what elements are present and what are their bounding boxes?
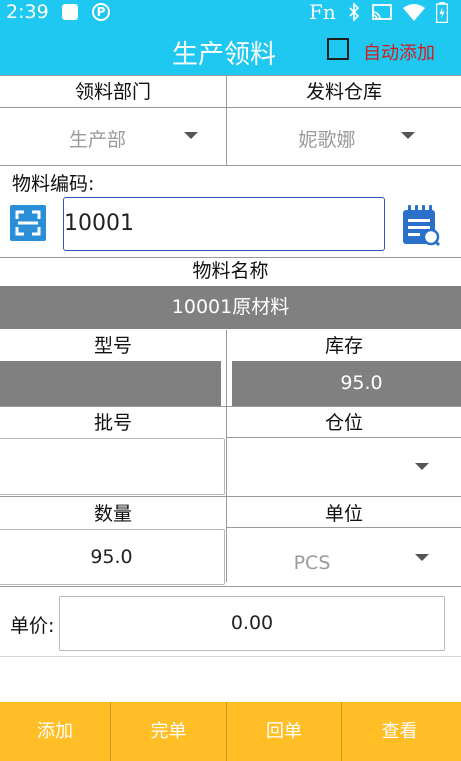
scan-button[interactable] [10, 205, 46, 241]
page-title: 生产领料 [172, 40, 277, 70]
status-bar: 2:39 P Fn [0, 0, 461, 25]
material-name-header: 物料名称 [192, 260, 269, 282]
quantity-header: 数量 [93, 503, 132, 525]
fn-indicator: Fn [309, 0, 336, 24]
material-code-input[interactable]: 10001 [63, 197, 385, 251]
cast-icon [372, 4, 392, 20]
auto-add-checkbox[interactable] [327, 38, 349, 60]
model-value [0, 361, 221, 406]
app-header: 生产领料 自动添加 [0, 25, 461, 75]
wifi-icon [403, 4, 425, 21]
dept-select[interactable]: 生产部 [0, 118, 195, 162]
warehouse-header: 发料仓库 [305, 81, 382, 103]
view-button[interactable]: 查看 [342, 702, 457, 761]
chevron-down-icon [415, 463, 429, 470]
quantity-input[interactable]: 95.0 [0, 529, 225, 585]
notification-square-icon [62, 4, 78, 20]
divider [0, 107, 461, 108]
material-name-value: 10001原材料 [0, 286, 461, 329]
chevron-down-icon [401, 132, 415, 139]
divider [226, 437, 461, 438]
auto-add-label[interactable]: 自动添加 [363, 39, 435, 65]
price-label: 单价: [10, 615, 55, 637]
batch-header: 批号 [93, 412, 132, 434]
divider [0, 496, 461, 497]
divider [226, 527, 461, 528]
document-search-icon [403, 205, 441, 247]
location-select[interactable] [227, 445, 427, 489]
divider [0, 75, 461, 76]
stock-header: 库存 [324, 335, 363, 357]
material-search-button[interactable] [401, 204, 441, 247]
price-input[interactable]: 0.00 [59, 596, 445, 651]
stock-value: 95.0 [232, 361, 461, 406]
material-code-label: 物料编码: [12, 173, 95, 195]
status-time: 2:39 [6, 1, 49, 23]
complete-button[interactable]: 完单 [111, 702, 226, 761]
divider [0, 406, 461, 407]
divider [0, 165, 461, 166]
warehouse-select[interactable]: 妮歌娜 [227, 118, 427, 162]
bottom-action-bar: 添加 完单 回单 查看 [0, 702, 461, 761]
chevron-down-icon [184, 132, 198, 139]
divider [0, 656, 461, 657]
add-button[interactable]: 添加 [0, 702, 110, 761]
divider [0, 586, 461, 587]
dept-header: 领料部门 [74, 81, 151, 103]
battery-icon [436, 2, 448, 23]
unit-header: 单位 [324, 503, 363, 525]
unit-select[interactable]: PCS [227, 541, 397, 585]
p-circle-icon: P [92, 3, 110, 21]
chevron-down-icon [415, 554, 429, 561]
return-button[interactable]: 回单 [227, 702, 341, 761]
batch-input[interactable] [0, 438, 225, 495]
scan-icon [15, 210, 41, 236]
model-header: 型号 [93, 335, 132, 357]
bluetooth-icon [349, 3, 360, 21]
location-header: 仓位 [324, 412, 363, 434]
